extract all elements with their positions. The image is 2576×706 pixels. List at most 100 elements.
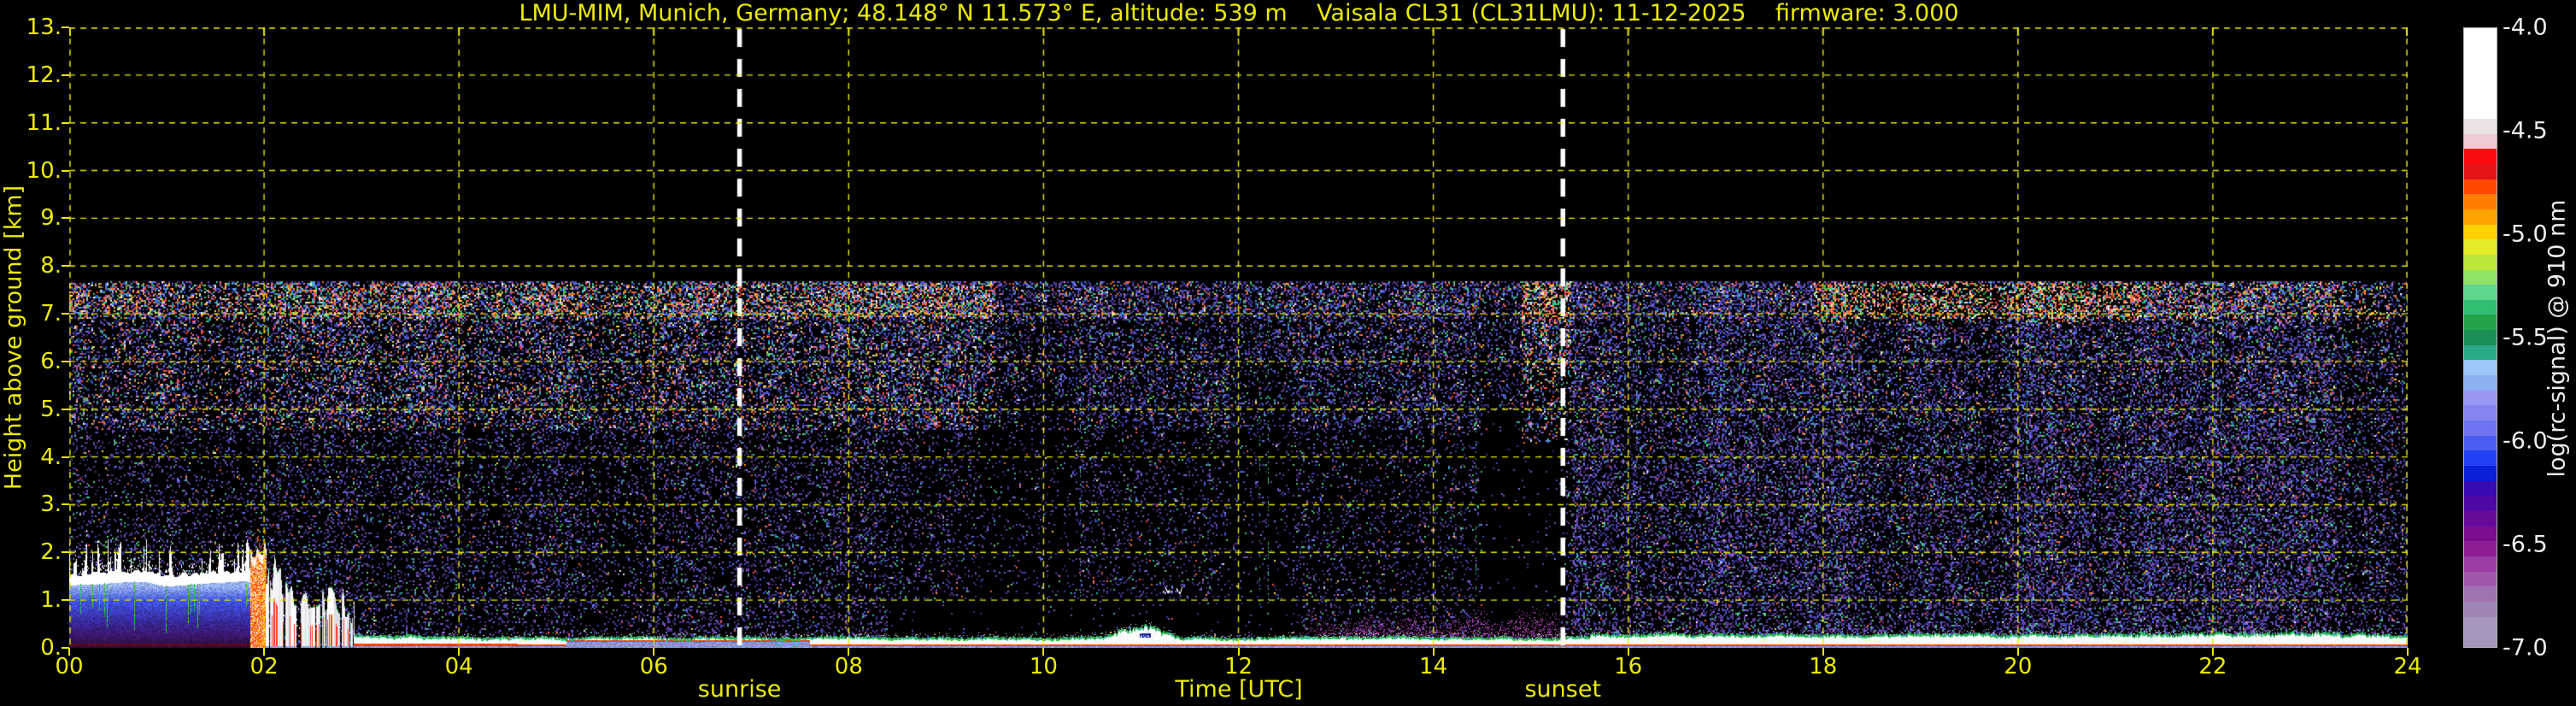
x-tick-mark: [848, 648, 850, 656]
x-tick-label: 24: [2393, 654, 2422, 680]
y-tick-mark: [62, 313, 69, 315]
y-tick-label: 2.: [40, 539, 62, 566]
y-tick-label: 6.: [40, 348, 62, 374]
y-tick-label: 4.: [40, 444, 62, 470]
colorbar-segment: [2464, 390, 2497, 406]
colorbar-segment: [2464, 601, 2497, 617]
colorbar-segment: [2464, 360, 2497, 376]
x-tick-mark: [1042, 648, 1045, 656]
y-tick-mark: [62, 551, 69, 554]
backscatter-heatmap: [69, 27, 2408, 648]
y-tick-label: 8.: [40, 253, 62, 279]
colorbar-segment: [2464, 224, 2497, 240]
y-tick-label: 13.: [26, 15, 62, 40]
y-tick-mark: [62, 217, 69, 220]
colorbar-segment: [2464, 496, 2497, 512]
x-tick-mark: [1432, 648, 1435, 656]
y-tick-label: 1.: [40, 587, 62, 614]
colorbar-tick-label: -5.0: [2503, 221, 2548, 248]
x-tick-label: 00: [55, 654, 84, 680]
x-tick-label: 04: [444, 654, 473, 680]
y-tick-mark: [62, 360, 69, 362]
y-tick-mark: [62, 503, 69, 506]
y-tick-mark: [62, 74, 69, 76]
x-tick-mark: [2016, 648, 2019, 656]
x-tick-mark: [263, 648, 266, 656]
colorbar-segment: [2464, 344, 2497, 361]
colorbar-tick-label: -5.5: [2503, 324, 2548, 351]
y-tick-label: 5.: [40, 396, 62, 422]
x-tick-label: 18: [1809, 654, 1838, 680]
colorbar-segment: [2464, 571, 2497, 587]
x-tick-mark: [2211, 648, 2214, 656]
colorbar-segment: [2464, 466, 2497, 481]
colorbar-tick-label: -7.0: [2503, 634, 2548, 662]
x-tick-mark: [653, 648, 655, 656]
colorbar-segment: [2464, 405, 2497, 421]
colorbar-segment: [2464, 315, 2497, 331]
x-tick-label: 22: [2198, 654, 2227, 680]
x-tick-label: 20: [2004, 654, 2033, 680]
colorbar-label: log(rc-signal) @ 910 nm: [2544, 199, 2571, 478]
y-tick-label: 10.: [26, 157, 62, 184]
colorbar-segment: [2464, 556, 2497, 572]
colorbar: [2463, 27, 2497, 648]
x-tick-label: 14: [1419, 654, 1448, 680]
plot-title: LMU-MIM, Munich, Germany; 48.148° N 11.5…: [519, 0, 1959, 26]
x-tick-label: 06: [639, 654, 668, 680]
y-tick-mark: [62, 26, 69, 28]
y-tick-label: 12.: [26, 62, 62, 88]
colorbar-segment: [2464, 163, 2497, 179]
x-tick-label: 12: [1223, 654, 1253, 680]
y-tick-mark: [62, 456, 69, 458]
colorbar-segment: [2464, 269, 2497, 285]
ceilometer-quicklook: LMU-MIM, Munich, Germany; 48.148° N 11.5…: [0, 0, 2576, 706]
x-tick-mark: [458, 648, 461, 656]
x-tick-mark: [1822, 648, 1824, 656]
y-tick-mark: [62, 121, 69, 124]
x-tick-label: 08: [834, 654, 863, 680]
colorbar-segment: [2464, 299, 2497, 315]
y-tick-mark: [62, 599, 69, 602]
x-tick-mark: [1237, 648, 1240, 656]
y-tick-label: 11.: [26, 109, 62, 136]
colorbar-segment: [2464, 526, 2497, 542]
colorbar-tick-label: -6.0: [2503, 427, 2548, 455]
colorbar-segment: [2464, 435, 2497, 451]
colorbar-tick-label: -6.5: [2503, 531, 2548, 558]
x-tick-label: 16: [1614, 654, 1643, 680]
x-tick-label: 10: [1029, 654, 1058, 680]
y-tick-mark: [62, 265, 69, 268]
colorbar-segment: [2464, 586, 2497, 602]
colorbar-segment: [2464, 239, 2497, 255]
colorbar-segment: [2464, 541, 2497, 556]
colorbar-tick-label: -4.5: [2503, 117, 2548, 144]
colorbar-segment: [2464, 330, 2497, 345]
colorbar-segment: [2464, 511, 2497, 527]
colorbar-segment: [2464, 254, 2497, 270]
x-axis-label: Time [UTC]: [1175, 676, 1303, 703]
y-tick-mark: [62, 408, 69, 410]
colorbar-segment: [2464, 616, 2497, 647]
x-tick-mark: [1627, 648, 1629, 656]
colorbar-segment: [2464, 133, 2497, 150]
y-tick-mark: [62, 169, 69, 172]
x-tick-mark: [68, 648, 70, 656]
colorbar-segment: [2464, 421, 2497, 436]
y-tick-label: 3.: [40, 491, 62, 518]
colorbar-segment: [2464, 285, 2497, 300]
colorbar-tick-label: -4.0: [2503, 14, 2548, 41]
colorbar-segment: [2464, 179, 2497, 195]
sunset-annotation: sunset: [1524, 676, 1602, 703]
colorbar-segment: [2464, 194, 2497, 209]
x-tick-label: 02: [249, 654, 279, 680]
colorbar-segment: [2464, 118, 2497, 134]
x-tick-mark: [2407, 648, 2409, 656]
sunrise-annotation: sunrise: [697, 676, 782, 703]
colorbar-segment: [2464, 375, 2497, 391]
colorbar-segment: [2464, 209, 2497, 225]
colorbar-segment: [2464, 450, 2497, 467]
colorbar-segment: [2464, 480, 2497, 497]
y-tick-label: 7.: [40, 301, 62, 327]
y-tick-label: 9.: [40, 205, 62, 232]
